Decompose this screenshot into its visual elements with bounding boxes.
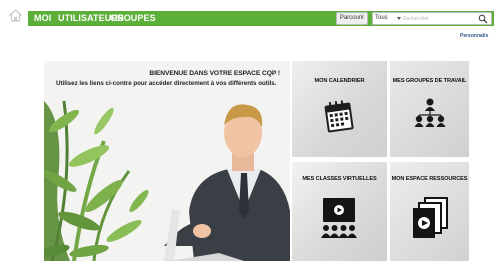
media-stack-icon [413, 197, 448, 238]
tile-work-groups[interactable]: MES GROUPES DE TRAVAIL [390, 61, 469, 157]
calendar-icon [324, 100, 354, 133]
nav-item-groupes[interactable]: GROUPES [110, 13, 156, 23]
search-icon[interactable] [478, 14, 488, 24]
search-input[interactable] [403, 14, 473, 23]
chevron-down-icon[interactable] [397, 17, 401, 20]
search-scope-select[interactable]: Tous [375, 13, 388, 24]
virtual-class-icon [321, 198, 357, 238]
tile-resources[interactable]: MON ESPACE RESSOURCES [390, 162, 469, 261]
org-chart-icon [414, 98, 446, 127]
tile-virtual-classes[interactable]: MES CLASSES VIRTUELLES [292, 162, 387, 261]
search-box: Tous [372, 12, 492, 25]
tile-calendar[interactable]: MON CALENDRIER [292, 61, 387, 157]
hero-photo [44, 61, 290, 261]
tile-label: MON ESPACE RESSOURCES [391, 176, 468, 182]
tile-label: MES CLASSES VIRTUELLES [302, 176, 377, 182]
tile-label: MON CALENDRIER [314, 78, 365, 84]
welcome-banner: BIENVENUE DANS VOTRE ESPACE CQP ! Utilis… [44, 61, 290, 261]
browse-button[interactable]: Parcourir [336, 12, 368, 25]
personalize-link[interactable]: Personnalis [460, 33, 488, 39]
welcome-title: BIENVENUE DANS VOTRE ESPACE CQP ! [149, 70, 280, 77]
home-icon[interactable] [9, 9, 22, 22]
top-bar: MOI UTILISATEURS GROUPES Parcourir Tous [0, 0, 494, 26]
welcome-subtitle: Utilisez les liens ci-contre pour accéde… [56, 80, 277, 87]
tile-label: MES GROUPES DE TRAVAIL [392, 78, 467, 84]
nav-item-moi[interactable]: MOI [34, 13, 51, 23]
